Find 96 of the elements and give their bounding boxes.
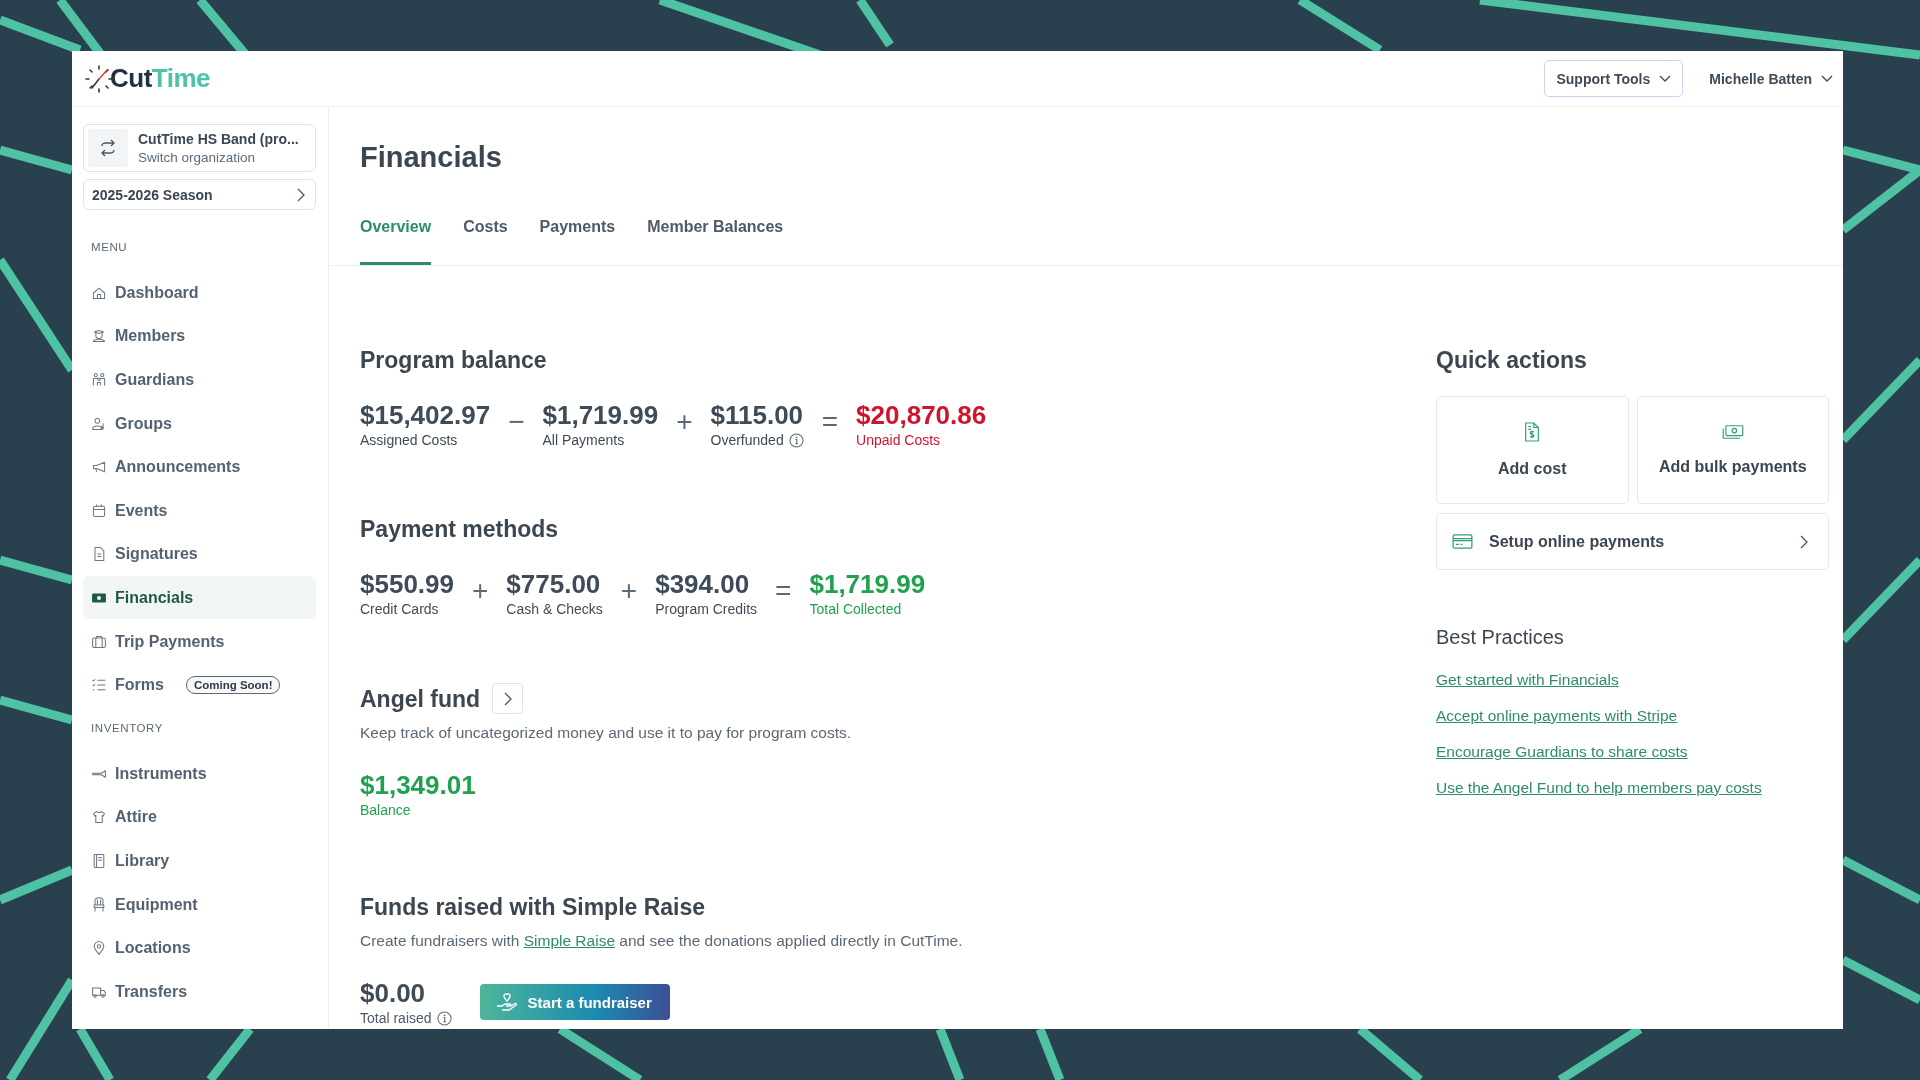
switch-organization-label: Switch organization: [138, 150, 257, 165]
amount-label: Overfunded: [710, 431, 784, 450]
sidebar-item[interactable]: Attire: [83, 795, 165, 839]
sidebar-item[interactable]: Financials: [83, 576, 316, 620]
quick-action-tile[interactable]: Add cost: [1436, 396, 1629, 504]
sidebar-item[interactable]: Guardians: [83, 358, 203, 402]
credit-card-icon: [1452, 534, 1473, 549]
sidebar-item[interactable]: Forms: [83, 663, 172, 707]
amount-label: Assigned Costs: [360, 431, 458, 450]
amount-label: Program Credits: [655, 600, 758, 619]
amount-label: Total Collected: [809, 600, 902, 619]
sidebar-item[interactable]: Library: [83, 839, 178, 883]
section-description: Create fundraisers with Simple Raise and see the donations applied directly in CutTime.: [360, 931, 964, 951]
sidebar-item[interactable]: Locations: [83, 926, 199, 970]
quick-action-tile[interactable]: Add bulk payments: [1636, 396, 1829, 504]
amount: $0.00: [360, 978, 427, 1008]
cash-stack-icon: [1721, 424, 1744, 440]
info-icon[interactable]: [436, 1010, 452, 1026]
section-heading: Payment methods: [360, 515, 560, 544]
section-description: Keep track of uncategorized money and use it to pay for program costs.: [360, 723, 853, 743]
section-heading: Quick actions: [1436, 346, 1588, 375]
amount: $1,719.99: [809, 569, 926, 599]
section-heading: Program balance: [360, 346, 548, 375]
document-icon: [91, 546, 107, 563]
simple-raise-link[interactable]: Simple Raise: [523, 932, 615, 949]
minus-sign: −: [508, 406, 525, 438]
amount: $20,870.86: [856, 400, 987, 430]
amount-label: Balance: [360, 801, 412, 820]
sidebar-item[interactable]: Dashboard: [83, 271, 207, 315]
sidebar-item[interactable]: Members: [83, 314, 194, 358]
support-tools-dropdown[interactable]: Support Tools: [1544, 60, 1684, 97]
sidebar-item[interactable]: Trip Payments: [83, 620, 233, 664]
location-pin-icon: [91, 940, 107, 957]
hand-heart-icon: [495, 992, 518, 1012]
amount-label: Credit Cards: [360, 600, 439, 619]
sidebar-item[interactable]: Transfers: [83, 970, 196, 1014]
equals-sign: =: [775, 575, 792, 607]
person-icon: [91, 415, 107, 432]
nav-section-heading: MENU: [90, 241, 129, 255]
student-icon: [91, 328, 107, 345]
sidebar-item[interactable]: Signatures: [83, 532, 206, 576]
sidebar-item[interactable]: Groups: [83, 402, 180, 446]
logo-wordmark[interactable]: CutTime: [110, 63, 211, 94]
tab[interactable]: Costs: [463, 218, 508, 265]
chevron-down-icon: [1821, 74, 1833, 83]
best-practices-heading: Best Practices: [1436, 626, 1565, 649]
plus-sign: +: [676, 406, 693, 438]
best-practice-link[interactable]: Use the Angel Fund to help members pay costs: [1436, 778, 1762, 798]
amount-label: Cash & Checks: [506, 600, 603, 619]
amount: $1,719.99: [542, 400, 659, 430]
organization-name: CutTime HS Band (pro...: [138, 131, 299, 147]
family-icon: [91, 372, 107, 388]
sidebar-item[interactable]: Events: [83, 489, 176, 533]
best-practice-link[interactable]: Get started with Financials: [1436, 670, 1619, 690]
start-fundraiser-button[interactable]: Start a fundraiser: [479, 984, 670, 1020]
sidebar-item[interactable]: Announcements: [83, 445, 249, 489]
briefcase-icon: [91, 633, 107, 650]
shirt-icon: [91, 809, 107, 826]
chevron-right-icon: [297, 187, 305, 202]
equals-sign: =: [821, 406, 839, 438]
page-title: Financials: [360, 140, 503, 175]
organization-switcher[interactable]: CutTime HS Band (pro... Switch organization: [83, 124, 316, 172]
user-menu[interactable]: Michelle Batten: [1709, 70, 1833, 87]
best-practice-link[interactable]: Accept online payments with Stripe: [1436, 706, 1678, 726]
amount: $775.00: [506, 569, 602, 599]
dollar-document-icon: [1523, 422, 1542, 442]
amount: $394.00: [655, 569, 751, 599]
plus-sign: +: [620, 575, 638, 607]
switch-icon: [88, 129, 128, 167]
chevron-right-icon: [1800, 534, 1808, 549]
section-heading: Funds raised with Simple Raise: [360, 893, 707, 922]
plus-sign: +: [472, 575, 489, 607]
amount: $1,349.01: [360, 770, 477, 800]
section-heading: Angel fund: [360, 684, 481, 714]
season-selector[interactable]: 2025-2026 Season: [83, 179, 316, 210]
amount-label: Total raised: [360, 1009, 432, 1028]
best-practice-link[interactable]: Encourage Guardians to share costs: [1436, 742, 1688, 762]
sidebar-item[interactable]: Equipment: [83, 883, 206, 926]
tab[interactable]: Payments: [539, 218, 616, 265]
setup-online-payments-button[interactable]: Setup online payments: [1436, 513, 1829, 570]
tab[interactable]: Overview: [360, 218, 432, 265]
sidebar-item[interactable]: Instruments: [83, 752, 215, 796]
coming-soon-badge: Coming Soon!: [185, 676, 281, 695]
amount-label: All Payments: [542, 431, 625, 450]
info-icon[interactable]: [788, 432, 804, 448]
tab[interactable]: Member Balances: [647, 218, 784, 265]
chair-icon: [91, 896, 107, 913]
chevron-down-icon: [1659, 74, 1672, 83]
amount: $550.99: [360, 569, 454, 599]
amount: $15,402.97: [360, 400, 491, 430]
amount: $115.00: [710, 400, 804, 430]
book-icon: [91, 852, 107, 869]
calendar-icon: [91, 502, 107, 519]
amount-label: Unpaid Costs: [856, 431, 941, 450]
nav-section-heading: INVENTORY: [90, 721, 165, 736]
chevron-right-icon: [503, 691, 512, 706]
